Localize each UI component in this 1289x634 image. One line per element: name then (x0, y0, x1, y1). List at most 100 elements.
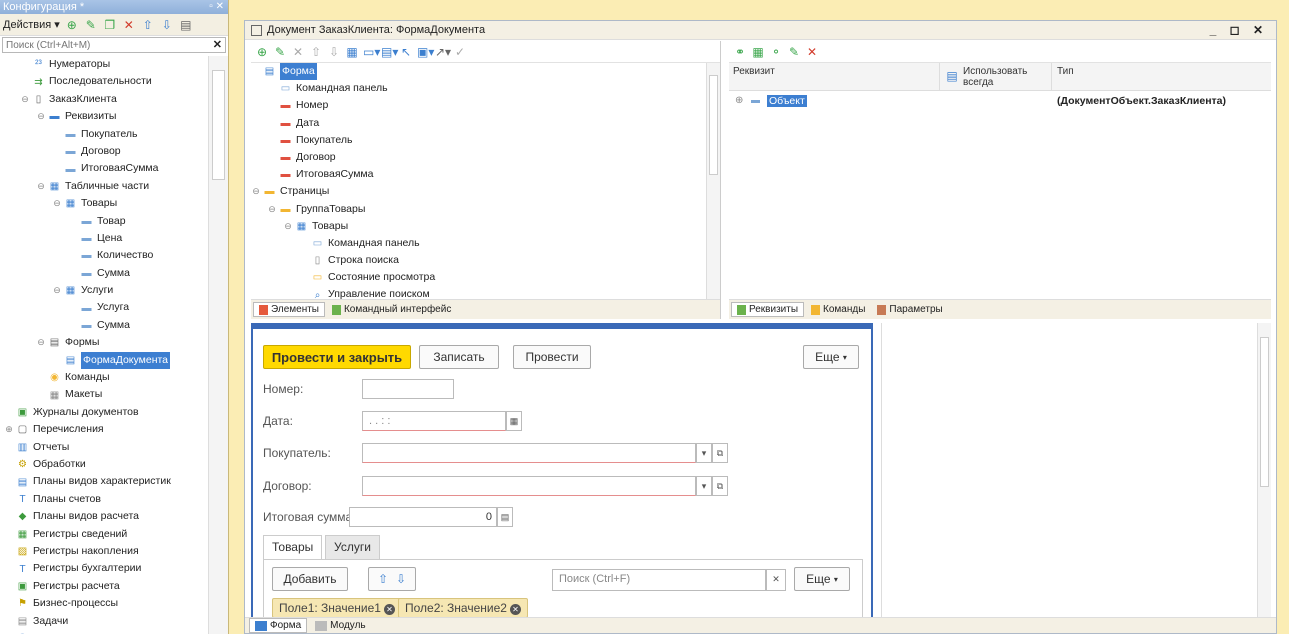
tree-node[interactable]: ▬ ИтоговаяСумма (251, 166, 706, 183)
tree-node[interactable]: ▬ Услуга (0, 299, 207, 316)
table-more-button[interactable]: Еще ▾ (794, 567, 850, 591)
tree-node[interactable]: ⊖ ▬ Реквизиты (0, 108, 207, 125)
tree-node[interactable]: ▤ Планы видов характеристик (0, 473, 207, 490)
tree-node[interactable]: ▬ Договор (251, 149, 706, 166)
tab-goods[interactable]: Товары (263, 535, 323, 559)
calendar-icon[interactable]: ▦ (506, 411, 522, 431)
col-type[interactable]: Тип (1057, 66, 1074, 77)
chevron-down-icon[interactable]: ▾ (696, 476, 712, 496)
panel-icon[interactable]: ▭▾ (363, 45, 380, 59)
scroll-thumb[interactable] (709, 75, 718, 175)
tab-elements[interactable]: Элементы (253, 302, 325, 317)
tab-module[interactable]: Модуль (310, 619, 370, 632)
clear-search-icon[interactable]: ✕ (213, 38, 222, 51)
list-icon[interactable]: ▤ (179, 18, 193, 32)
move-up-icon[interactable]: ⇧ (378, 572, 388, 586)
edit-icon[interactable]: ✎ (84, 18, 98, 32)
add-table-icon[interactable]: ▦ (751, 45, 765, 59)
delete-icon[interactable]: ✕ (122, 18, 136, 32)
table-search-input[interactable]: Поиск (Ctrl+F) (552, 569, 766, 591)
tree-node[interactable]: ▬ Цена (0, 230, 207, 247)
expand-toggle-icon[interactable]: ⊖ (283, 218, 293, 235)
expand-toggle-icon[interactable]: ⊖ (36, 334, 46, 351)
move-up-icon[interactable]: ⇧ (141, 18, 155, 32)
config-search-input[interactable] (3, 38, 193, 52)
filter-chip[interactable]: Поле2: Значение2 ✕ (398, 598, 528, 618)
buyer-field[interactable] (362, 443, 696, 463)
expand-toggle-icon[interactable]: ⊖ (36, 178, 46, 195)
expand-icon[interactable]: ⊕ (735, 95, 743, 106)
tree-node[interactable]: ⊖ ▦ Услуги (0, 282, 207, 299)
tree-node[interactable]: Т Планы счетов (0, 491, 207, 508)
move-down-icon[interactable]: ⇩ (396, 572, 406, 586)
tree-node[interactable]: ▨ Регистры накопления (0, 543, 207, 560)
tree-node[interactable]: ⌕ Управление поиском (251, 286, 706, 299)
post-button[interactable]: Провести (513, 345, 591, 369)
move-up-icon[interactable]: ⇧ (309, 45, 323, 59)
tree-node[interactable]: ▬ Договор (0, 143, 207, 160)
delete-icon[interactable]: ✕ (805, 45, 819, 59)
expand-toggle-icon[interactable]: ⊕ (4, 421, 14, 438)
tree-node[interactable]: ▬ ИтоговаяСумма (0, 160, 207, 177)
tab-services[interactable]: Услуги (325, 535, 380, 559)
post-and-close-button[interactable]: Провести и закрыть (263, 345, 411, 369)
tree-node[interactable]: ▥ Отчеты (0, 439, 207, 456)
tree-node[interactable]: ⚙ Обработки (0, 456, 207, 473)
pen-icon[interactable]: ↗▾ (435, 45, 451, 59)
number-field[interactable] (362, 379, 454, 399)
tree-node[interactable]: ⇉ Последовательности (0, 73, 207, 90)
add-icon[interactable]: ⊕ (255, 45, 269, 59)
date-field[interactable]: . . : : (362, 411, 506, 431)
tree-node[interactable]: ⊖ ▦ Табличные части (0, 178, 207, 195)
close-icon[interactable]: ▫ ✕ (209, 0, 224, 14)
add-icon[interactable]: ⊕ (65, 18, 79, 32)
tree-node[interactable]: ▭ Командная панель (251, 80, 706, 97)
tree-node[interactable]: ▬ Номер (251, 97, 706, 114)
tree-node[interactable]: ⊖ ▤ Формы (0, 334, 207, 351)
clear-search-icon[interactable]: ✕ (766, 569, 786, 591)
tree-node[interactable]: ◉ Команды (0, 369, 207, 386)
scroll-thumb[interactable] (212, 70, 225, 180)
edit-icon[interactable]: ✎ (787, 45, 801, 59)
elements-scrollbar[interactable] (706, 63, 720, 299)
close-icon[interactable]: ✕ (509, 604, 521, 615)
tree-node[interactable]: ▭ Состояние просмотра (251, 269, 706, 286)
move-down-icon[interactable]: ⇩ (160, 18, 174, 32)
tab-command-interface[interactable]: Командный интерфейс (327, 303, 456, 316)
expand-toggle-icon[interactable]: ⊖ (52, 282, 62, 299)
window-controls[interactable]: _ ◻ ✕ (1210, 21, 1268, 40)
filter-chip[interactable]: Поле1: Значение1 ✕ (272, 598, 402, 618)
tree-node[interactable]: ▯ Строка поиска (251, 252, 706, 269)
col-attribute[interactable]: Реквизит (733, 66, 775, 77)
tree-node[interactable]: ▬ Дата (251, 115, 706, 132)
more-button[interactable]: Еще ▾ (803, 345, 859, 369)
col-use-always[interactable]: Использовать всегда (963, 66, 1043, 88)
tree-node[interactable]: ⊕ ▢ Перечисления (0, 421, 207, 438)
table-button-icon[interactable]: ▤▾ (381, 45, 398, 59)
tree-node[interactable]: ⊖ ▯ ЗаказКлиента (0, 91, 207, 108)
tree-node[interactable]: ▬ Товар (0, 213, 207, 230)
tree-node[interactable]: ▬ Сумма (0, 317, 207, 334)
edit-icon[interactable]: ✎ (273, 45, 287, 59)
tree-node[interactable]: ²³ Нумераторы (0, 56, 207, 73)
save-button[interactable]: Записать (419, 345, 499, 369)
tree-node[interactable]: ▬ Количество (0, 247, 207, 264)
tree-node[interactable]: ▦ Макеты (0, 386, 207, 403)
tree-node[interactable]: ⚑ Бизнес-процессы (0, 595, 207, 612)
tree-node[interactable]: ▣ Журналы документов (0, 404, 207, 421)
tree-node[interactable]: Т Регистры бухгалтерии (0, 560, 207, 577)
add-attribute-icon[interactable]: ⚭ (733, 45, 747, 59)
add-column-icon[interactable]: ⚬ (769, 45, 783, 59)
tab-form[interactable]: Форма (249, 618, 308, 633)
scroll-thumb[interactable] (1260, 337, 1269, 487)
preview-scrollbar[interactable] (1257, 323, 1271, 619)
group-icon[interactable]: ▦ (345, 45, 359, 59)
expand-toggle-icon[interactable]: ⊖ (36, 108, 46, 125)
open-icon[interactable]: ⧉ (712, 476, 728, 496)
expand-toggle-icon[interactable]: ⊖ (251, 183, 261, 200)
move-buttons[interactable]: ⇧ ⇩ (368, 567, 416, 591)
tab-commands[interactable]: Команды (806, 303, 870, 316)
open-icon[interactable]: ⧉ (712, 443, 728, 463)
tab-attributes[interactable]: Реквизиты (731, 302, 805, 317)
delete-icon[interactable]: ✕ (291, 45, 305, 59)
